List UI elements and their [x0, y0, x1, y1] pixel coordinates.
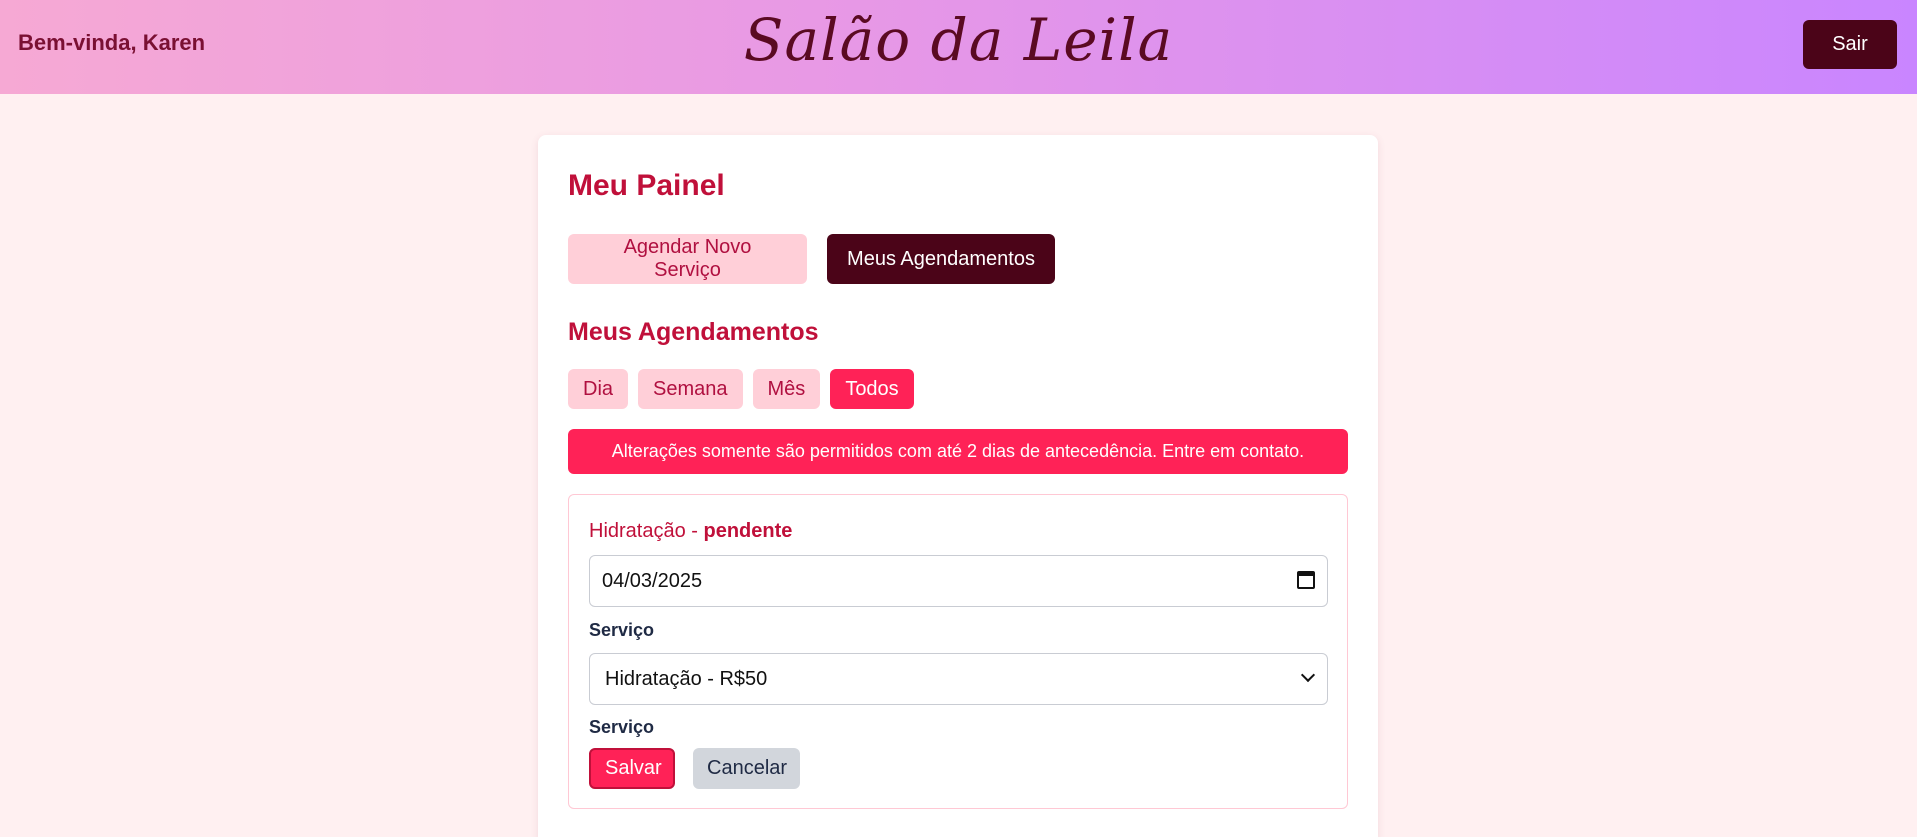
- top-header: Bem-vinda, Karen Salão da Leila Sair: [0, 0, 1917, 94]
- booking-card: Hidratação - pendente 04/03/2025 Serviço…: [568, 494, 1348, 809]
- filter-all-button[interactable]: Todos: [830, 369, 914, 409]
- filter-month-button[interactable]: Mês: [752, 369, 821, 409]
- panel-title: Meu Painel: [568, 169, 725, 202]
- booking-date-input[interactable]: 04/03/2025: [589, 555, 1328, 607]
- service-select-value: Hidratação - R$50: [605, 668, 768, 690]
- chevron-down-icon: [1300, 667, 1316, 683]
- filter-week-button[interactable]: Semana: [638, 369, 743, 409]
- panel-tabs: Agendar Novo Serviço Meus Agendamentos: [568, 234, 1055, 284]
- service-label: Serviço: [589, 620, 655, 640]
- appointments-title: Meus Agendamentos: [568, 318, 819, 346]
- save-button[interactable]: Salvar: [589, 748, 675, 789]
- tab-new-booking[interactable]: Agendar Novo Serviço: [568, 234, 807, 284]
- booking-header: Hidratação - pendente: [589, 520, 792, 543]
- logout-button[interactable]: Sair: [1803, 20, 1897, 69]
- booking-date-value: 04/03/2025: [602, 570, 703, 592]
- filter-day-button[interactable]: Dia: [568, 369, 629, 409]
- tab-my-bookings[interactable]: Meus Agendamentos: [827, 234, 1055, 284]
- changes-notice: Alterações somente são permitidos com at…: [568, 429, 1348, 474]
- second-service-label: Serviço: [589, 717, 655, 737]
- brand-title: Salão da Leila: [743, 6, 1174, 74]
- calendar-icon[interactable]: [1297, 571, 1315, 589]
- booking-actions: Salvar Cancelar: [589, 748, 800, 789]
- booking-service-name: Hidratação: [589, 520, 686, 542]
- period-filters: Dia Semana Mês Todos: [568, 369, 914, 409]
- cancel-button[interactable]: Cancelar: [693, 748, 800, 789]
- booking-status: pendente: [703, 520, 793, 542]
- service-select[interactable]: Hidratação - R$50: [589, 653, 1328, 705]
- dashboard-card: Meu Painel Agendar Novo Serviço Meus Age…: [538, 135, 1378, 837]
- booking-separator: -: [685, 520, 704, 542]
